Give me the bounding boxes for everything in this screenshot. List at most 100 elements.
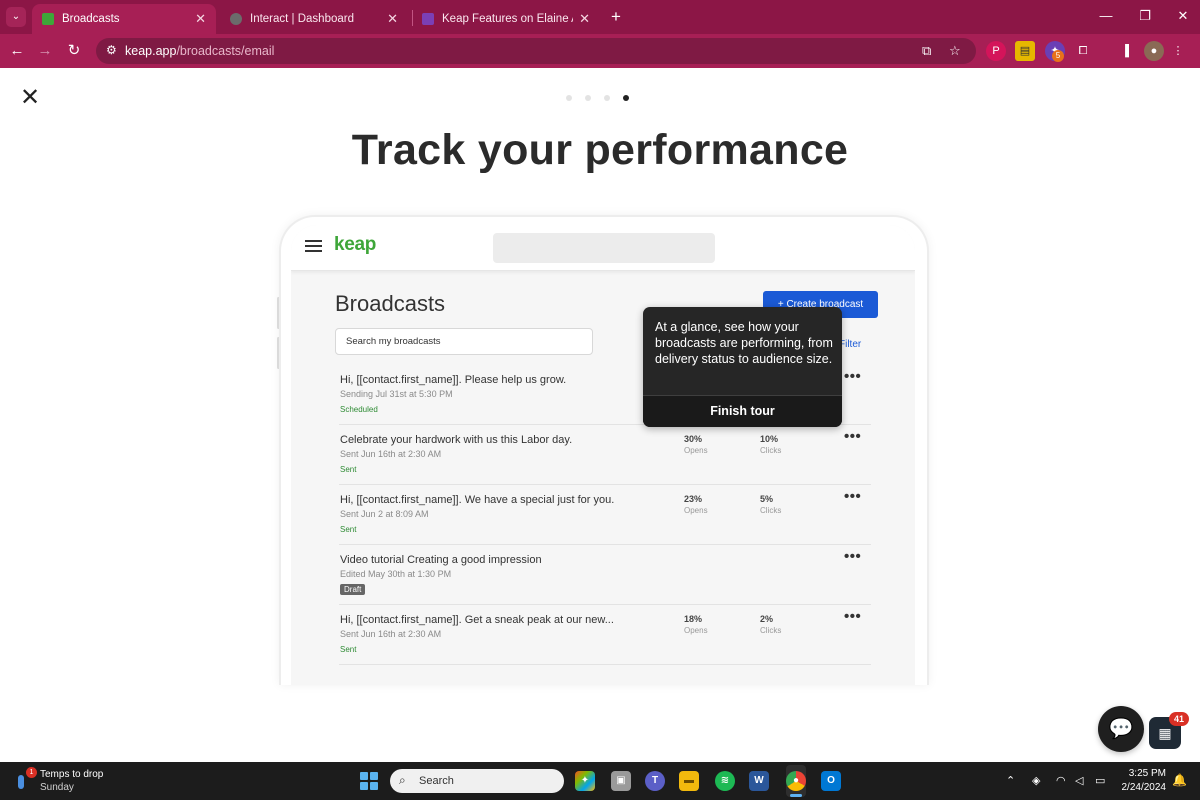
- page-title: Broadcasts: [335, 291, 446, 316]
- broadcast-row: Video tutorial Creating a good impressio…: [339, 545, 871, 605]
- restore-icon[interactable]: ❐: [1135, 8, 1155, 24]
- hamburger-menu-icon: [305, 240, 322, 252]
- broadcast-title: Hi, [[contact.first_name]]. We have a sp…: [340, 494, 615, 506]
- chrome-icon[interactable]: ●: [786, 771, 806, 791]
- menu-kebab-icon[interactable]: ⋮: [1168, 41, 1188, 61]
- tab-close-icon[interactable]: ✕: [579, 11, 590, 27]
- broadcast-title: Celebrate your hardwork with us this Lab…: [340, 434, 573, 446]
- spotify-icon[interactable]: ≋: [715, 771, 735, 791]
- finish-tour-button[interactable]: Finish tour: [643, 396, 842, 427]
- more-options-icon: •••: [844, 488, 862, 505]
- broadcast-row: Hi, [[contact.first_name]]. We have a sp…: [339, 485, 871, 545]
- file-explorer-icon[interactable]: ▬: [679, 771, 699, 791]
- status-badge: Scheduled: [340, 405, 378, 414]
- profile-avatar[interactable]: ●: [1144, 41, 1164, 61]
- chat-bubble-icon[interactable]: 💬: [1098, 706, 1144, 752]
- step-dot[interactable]: [585, 95, 591, 101]
- window-close-icon[interactable]: ✕: [1173, 8, 1193, 24]
- tab-title: Keap Features on Elaine And Fra: [442, 13, 573, 25]
- battery-icon[interactable]: ▭: [1095, 774, 1105, 787]
- minimize-icon[interactable]: —: [1096, 8, 1116, 23]
- step-dot[interactable]: [604, 95, 610, 101]
- opens-label: Opens: [684, 446, 708, 455]
- word-icon[interactable]: W: [749, 771, 769, 791]
- clock-time[interactable]: 3:25 PM: [1124, 768, 1166, 779]
- clicks-label: Clicks: [760, 626, 782, 635]
- clicks-stat: 5% Clicks: [760, 494, 781, 515]
- broadcast-date: Sent Jun 16th at 2:30 AM: [340, 629, 442, 639]
- step-dot[interactable]: [566, 95, 572, 101]
- keap-favicon-icon: [42, 13, 54, 25]
- extension-badge: 5: [1052, 50, 1064, 62]
- weather-badge: 1: [26, 767, 37, 778]
- broadcast-row: Hi, [[contact.first_name]]. Get a sneak …: [339, 605, 871, 665]
- notification-bell-icon[interactable]: 🔔: [1172, 773, 1187, 787]
- address-bar[interactable]: ⚙ keap.app/broadcasts/email ⧉ ☆: [96, 38, 976, 64]
- app-global-search: [493, 233, 715, 263]
- status-badge: Sent: [340, 525, 357, 534]
- address-url: keap.app/broadcasts/email: [125, 44, 275, 58]
- site-settings-icon[interactable]: ⚙: [106, 43, 117, 57]
- broadcast-title: Hi, [[contact.first_name]]. Please help …: [340, 374, 567, 386]
- more-options-icon: •••: [844, 428, 862, 445]
- tab-keap-features[interactable]: Keap Features on Elaine And Fra ✕: [412, 4, 600, 34]
- clicks-label: Clicks: [760, 446, 782, 455]
- clock-date[interactable]: 2/24/2024: [1116, 782, 1167, 793]
- tab-interact-dashboard[interactable]: Interact | Dashboard ✕: [220, 4, 408, 34]
- opens-value: 23%: [684, 494, 703, 504]
- tour-step-indicator: [566, 95, 629, 101]
- clicks-value: 10%: [760, 434, 779, 444]
- more-options-icon: •••: [844, 608, 862, 625]
- opens-label: Opens: [684, 626, 708, 635]
- outlook-icon[interactable]: O: [821, 771, 841, 791]
- back-arrow-icon[interactable]: ←: [6, 40, 28, 62]
- clicks-value: 2%: [760, 614, 774, 624]
- clicks-value: 5%: [760, 494, 774, 504]
- opens-value: 30%: [684, 434, 703, 444]
- close-tour-icon[interactable]: ✕: [19, 86, 41, 110]
- search-icon: ⌕: [399, 773, 406, 787]
- bookmark-star-icon[interactable]: ☆: [949, 43, 961, 59]
- dropbox-icon[interactable]: ◈: [1032, 774, 1040, 787]
- forward-arrow-icon[interactable]: →: [34, 40, 56, 62]
- extensions-puzzle-icon[interactable]: ⧠: [1073, 41, 1093, 61]
- clicks-stat: 2% Clicks: [760, 614, 781, 635]
- more-options-icon: •••: [844, 368, 862, 385]
- weather-text[interactable]: Temps to drop: [40, 769, 103, 780]
- taskbar-search-box[interactable]: ⌕ Search: [390, 769, 564, 793]
- task-view-icon[interactable]: ▣: [611, 771, 631, 791]
- tour-headline: Track your performance: [351, 126, 849, 174]
- new-tab-plus-icon[interactable]: +: [606, 7, 626, 27]
- status-badge: Sent: [340, 465, 357, 474]
- opens-stat: 30% Opens: [684, 434, 708, 455]
- page-favicon-icon: [422, 13, 434, 25]
- tab-close-icon[interactable]: ✕: [195, 11, 206, 27]
- side-panel-icon[interactable]: ▐: [1115, 41, 1135, 61]
- opens-stat: 18% Opens: [684, 614, 708, 635]
- pinterest-extension-icon[interactable]: P: [986, 41, 1006, 61]
- broadcast-date: Sent Jun 16th at 2:30 AM: [340, 449, 442, 459]
- tab-broadcasts[interactable]: Broadcasts ✕: [32, 4, 216, 34]
- active-app-indicator: [790, 794, 802, 797]
- broadcast-date: Sent Jun 2 at 8:09 AM: [340, 509, 429, 519]
- opens-stat: 23% Opens: [684, 494, 708, 515]
- windows-start-icon[interactable]: [360, 772, 378, 790]
- step-dot-active[interactable]: [623, 95, 629, 101]
- status-badge: Sent: [340, 645, 357, 654]
- tab-close-icon[interactable]: ✕: [387, 11, 398, 27]
- weather-day: Sunday: [40, 782, 74, 793]
- broadcast-date: Sending Jul 31st at 5:30 PM: [340, 389, 453, 399]
- more-options-icon: •••: [844, 548, 862, 565]
- copilot-icon[interactable]: ✦: [575, 771, 595, 791]
- wifi-icon[interactable]: ◠: [1056, 774, 1066, 787]
- volume-icon[interactable]: ◁: [1075, 774, 1083, 787]
- tray-chevron-icon[interactable]: ⌃: [1006, 774, 1015, 787]
- tab-search-chevron-icon[interactable]: ⌄: [6, 7, 26, 27]
- install-app-icon[interactable]: ⧉: [922, 43, 931, 59]
- opens-value: 18%: [684, 614, 703, 624]
- app-header: keap: [291, 225, 915, 271]
- reload-icon[interactable]: ↻: [63, 40, 85, 62]
- os-taskbar: 1 Temps to drop Sunday ⌕ Search ✦ ▣ T ▬ …: [0, 762, 1200, 800]
- teams-icon[interactable]: T: [645, 771, 665, 791]
- notes-extension-icon[interactable]: ▤: [1015, 41, 1035, 61]
